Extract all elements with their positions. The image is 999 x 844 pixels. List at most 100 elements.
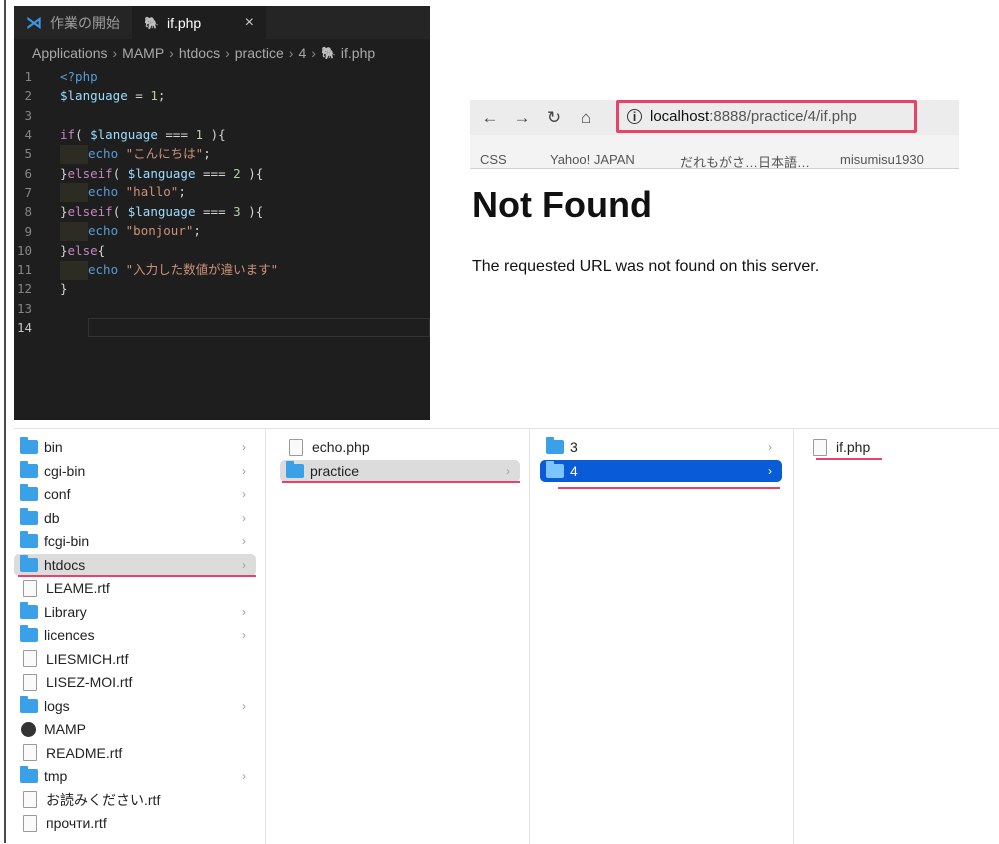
finder-item-folder[interactable]: db › bbox=[14, 507, 256, 529]
breadcrumb-item[interactable]: MAMP bbox=[122, 45, 164, 61]
mamp-app-icon bbox=[21, 721, 36, 737]
php-file-icon: 🐘 bbox=[320, 46, 336, 60]
highlight-underline bbox=[282, 481, 520, 483]
address-bar[interactable]: i localhost:8888/practice/4/if.php bbox=[616, 100, 917, 133]
current-line-highlight bbox=[88, 318, 430, 337]
document-icon bbox=[23, 814, 37, 832]
chevron-right-icon: › bbox=[242, 534, 246, 548]
window-edge bbox=[0, 0, 6, 843]
folder-icon bbox=[20, 437, 38, 454]
info-icon[interactable]: i bbox=[627, 109, 642, 124]
forward-icon[interactable]: → bbox=[510, 108, 534, 128]
folder-icon bbox=[20, 531, 38, 548]
tab-if-php[interactable]: 🐘 if.php × bbox=[132, 6, 266, 39]
breadcrumb: Applications › MAMP › htdocs › practice › 4 ›… bbox=[32, 45, 376, 61]
editor-tab-bar: ⋊ 作業の開始 🐘 if.php × bbox=[14, 6, 430, 39]
chevron-right-icon: › bbox=[242, 628, 246, 642]
home-icon[interactable]: ⌂ bbox=[574, 108, 598, 128]
code-line: 2 $language = 1; bbox=[24, 88, 166, 104]
folder-icon bbox=[286, 460, 304, 478]
code-line-current: 14 bbox=[14, 318, 430, 337]
folder-icon bbox=[20, 625, 38, 642]
code-line: 5 echo "こんにちは"; bbox=[14, 144, 430, 165]
finder-item-folder[interactable]: logs › bbox=[14, 695, 256, 717]
chevron-right-icon: › bbox=[242, 440, 246, 454]
bookmark-item[interactable]: Yahoo! JAPAN bbox=[550, 152, 635, 167]
folder-icon bbox=[20, 484, 38, 501]
tab-label: if.php bbox=[166, 14, 202, 31]
finder-item-file[interactable]: README.rtf bbox=[14, 742, 256, 764]
reload-icon[interactable]: ↻ bbox=[542, 108, 566, 128]
code-line: 1 <?php bbox=[24, 69, 98, 85]
finder-item-file[interactable]: LEAME.rtf bbox=[14, 577, 256, 599]
finder-item-folder[interactable]: 3 › bbox=[540, 436, 782, 458]
folder-icon bbox=[20, 460, 38, 478]
finder-item-file[interactable]: LISEZ-MOI.rtf bbox=[14, 671, 256, 693]
document-icon bbox=[289, 438, 303, 456]
finder-item-folder[interactable]: fcgi-bin › bbox=[14, 530, 256, 552]
chevron-right-icon: › bbox=[242, 557, 246, 572]
browser-toolbar: ← → ↻ ⌂ i localhost:8888/practice/4/if.p… bbox=[470, 100, 959, 135]
finder-column-4: if.php bbox=[794, 429, 999, 844]
document-icon bbox=[813, 438, 827, 456]
code-line: 7 echo "hallo"; bbox=[24, 182, 186, 202]
document-icon bbox=[23, 579, 37, 597]
breadcrumb-item[interactable]: htdocs bbox=[179, 45, 220, 61]
chevron-right-icon: › bbox=[242, 487, 246, 501]
url-path: :8888/practice/4/if.php bbox=[709, 107, 857, 125]
finder-item-folder[interactable]: conf › bbox=[14, 483, 256, 505]
finder-item-app[interactable]: MAMP bbox=[14, 718, 256, 740]
tab-label: 作業の開始 bbox=[50, 14, 120, 31]
finder-column-mamp: bin › cgi-bin › conf › db › fcgi-bin › htdocs… bbox=[14, 429, 266, 844]
code-line: 4 if( $language === 1 ){ bbox=[24, 127, 226, 143]
finder-item-folder[interactable]: bin › bbox=[14, 436, 256, 458]
folder-icon bbox=[20, 507, 38, 525]
error-message: The requested URL was not found on this … bbox=[472, 258, 820, 275]
browser-window: ← → ↻ ⌂ i localhost:8888/practice/4/if.p… bbox=[470, 100, 959, 430]
finder-column-htdocs: echo.php practice › bbox=[266, 429, 530, 844]
finder-item-file[interactable]: お読みください.rtf bbox=[14, 789, 256, 811]
tab-welcome[interactable]: ⋊ 作業の開始 bbox=[14, 6, 132, 39]
finder-item-htdocs-selected[interactable]: htdocs › bbox=[14, 553, 256, 576]
finder-item-file[interactable]: прочти.rtf bbox=[14, 812, 256, 834]
document-icon bbox=[23, 791, 37, 808]
chevron-right-icon: › bbox=[242, 463, 246, 478]
finder-column-practice: 3 › 4 › bbox=[530, 429, 794, 844]
code-line: 13 bbox=[16, 300, 32, 316]
code-line: 9 echo "bonjour"; bbox=[24, 221, 201, 241]
finder-item-file[interactable]: echo.php bbox=[280, 436, 520, 458]
chevron-right-icon: › bbox=[768, 463, 772, 478]
bookmark-item[interactable]: だれもがさ…日本語… bbox=[680, 152, 810, 168]
finder-item-file[interactable]: if.php bbox=[804, 436, 984, 458]
chevron-right-icon: › bbox=[242, 698, 246, 713]
breadcrumb-item[interactable]: 4 bbox=[298, 45, 306, 61]
php-file-icon: 🐘 bbox=[144, 15, 159, 30]
folder-icon bbox=[20, 601, 38, 619]
error-heading: Not Found bbox=[472, 184, 652, 225]
finder-item-folder[interactable]: cgi-bin › bbox=[14, 460, 256, 482]
code-area[interactable]: 1 <?php 2 $language = 1; 3 4 if( $language … bbox=[14, 67, 430, 337]
finder-item-folder[interactable]: licences › bbox=[14, 624, 256, 646]
chevron-right-icon: › bbox=[506, 463, 510, 478]
finder-item-folder[interactable]: Library › bbox=[14, 601, 256, 623]
code-line: 6}elseif( $language === 2 ){ bbox=[24, 165, 264, 181]
folder-icon bbox=[20, 554, 38, 572]
bookmark-item[interactable]: misumisu1930 bbox=[840, 152, 924, 167]
bookmark-item[interactable]: CSS bbox=[480, 152, 507, 167]
breadcrumb-item[interactable]: practice bbox=[235, 45, 284, 61]
highlight-underline bbox=[816, 458, 882, 460]
document-icon bbox=[23, 650, 37, 667]
folder-icon bbox=[20, 695, 38, 713]
finder-item-4-selected[interactable]: 4 › bbox=[540, 459, 782, 482]
finder-item-practice-selected[interactable]: practice › bbox=[280, 459, 520, 482]
close-icon[interactable]: × bbox=[245, 14, 254, 32]
chevron-right-icon: › bbox=[242, 604, 246, 619]
finder-item-file[interactable]: LIESMICH.rtf bbox=[14, 648, 256, 670]
breadcrumb-item[interactable]: if.php bbox=[341, 45, 375, 61]
finder-item-folder[interactable]: tmp › bbox=[14, 765, 256, 787]
url-host: localhost bbox=[650, 107, 710, 125]
breadcrumb-item[interactable]: Applications bbox=[32, 45, 108, 61]
folder-icon bbox=[20, 766, 38, 783]
code-line: 3 bbox=[24, 107, 32, 123]
back-icon[interactable]: ← bbox=[478, 108, 502, 128]
